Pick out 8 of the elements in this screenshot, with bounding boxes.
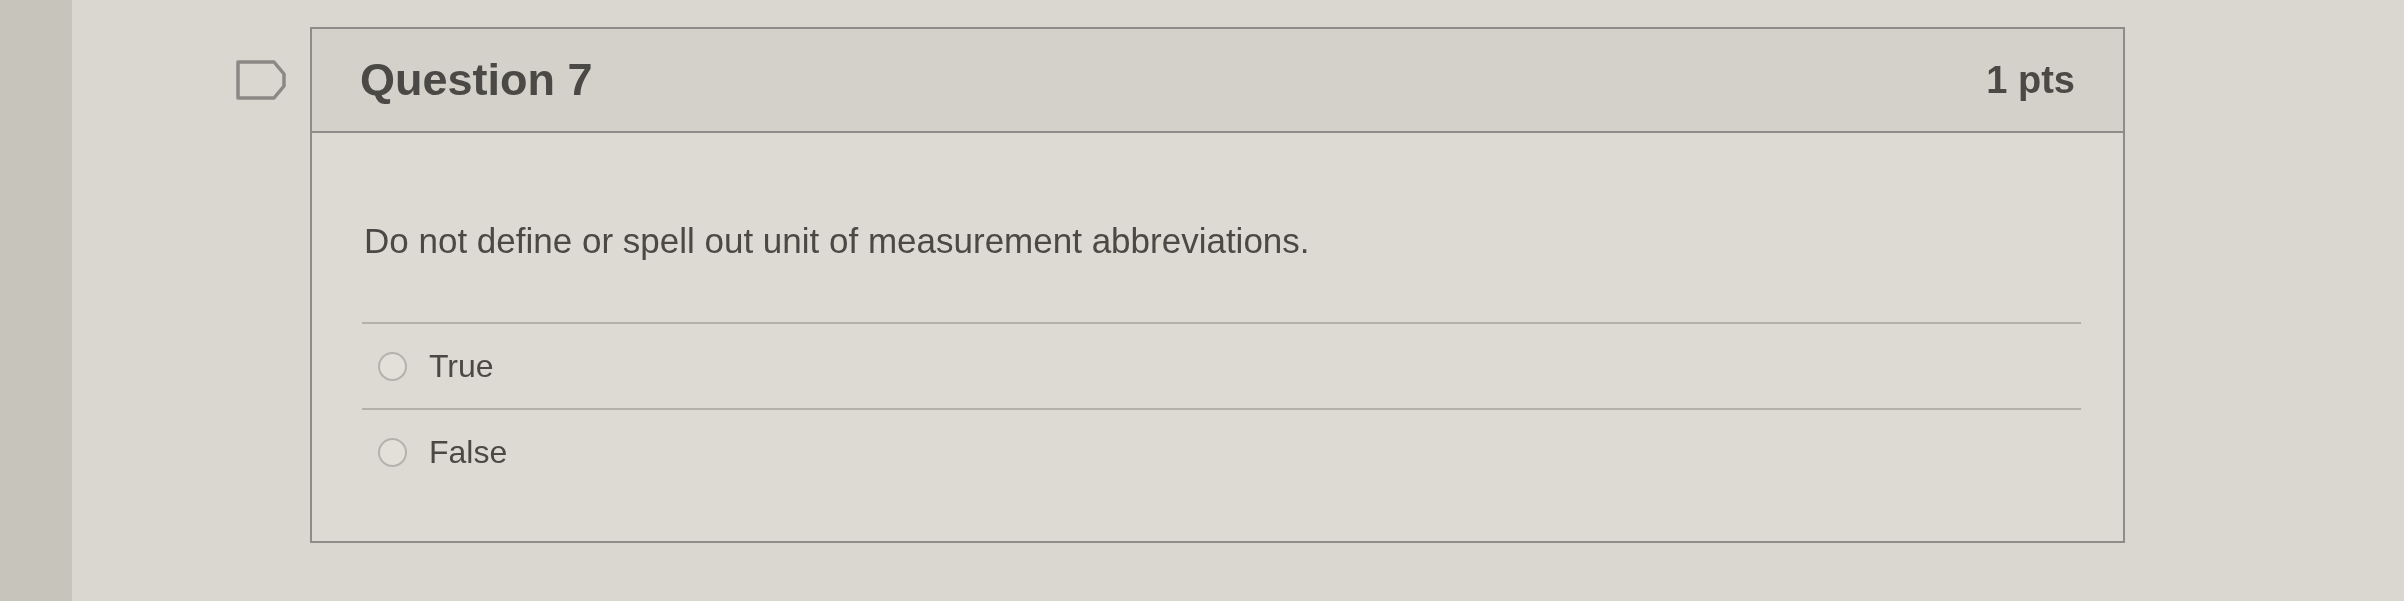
question-text: Do not define or spell out unit of measurement abbreviations. xyxy=(364,220,1311,262)
radio-button[interactable] xyxy=(378,351,407,381)
flag-icon[interactable] xyxy=(236,60,286,100)
question-title: Question 7 xyxy=(360,53,593,107)
radio-button[interactable] xyxy=(378,437,407,467)
answer-label[interactable]: True xyxy=(429,347,494,385)
points-label: 1 pts xyxy=(1986,58,2075,103)
answer-label[interactable]: False xyxy=(429,433,508,471)
